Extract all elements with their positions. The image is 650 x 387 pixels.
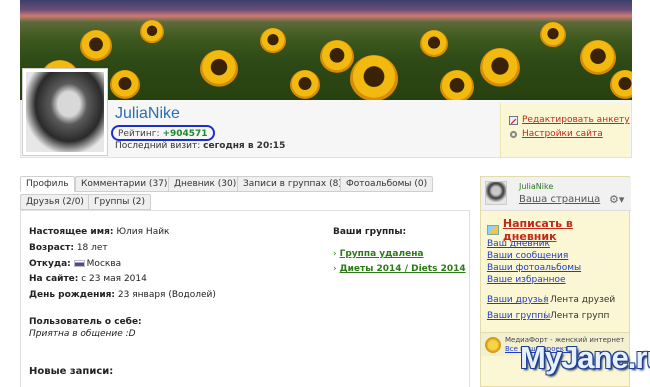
new-posts-heading: Новые записи: — [29, 366, 114, 377]
rating-badge: Рейтинг: +904571 — [111, 125, 215, 141]
russia-flag-icon — [73, 260, 85, 267]
real-name-value: Юлия Найк — [116, 227, 170, 237]
group-link-diets[interactable]: › Диеты 2014 / Diets 2014 — [333, 264, 466, 274]
from-label: Откуда: — [29, 259, 71, 269]
pencil-icon — [509, 115, 518, 125]
rating-label: Рейтинг: — [118, 129, 160, 139]
tab-photo-albums[interactable]: Фотоальбомы (0) — [340, 176, 434, 192]
on-site-value: с 23 мая 2014 — [81, 274, 147, 284]
birthday-value: 23 января (Водолей) — [117, 290, 216, 300]
arrow-right-icon: › — [333, 264, 337, 274]
group-link-deleted[interactable]: › Группа удалена — [333, 249, 424, 259]
watermark-text: MyJane.ru — [520, 340, 650, 375]
on-site-row: На сайте: с 23 мая 2014 — [29, 274, 147, 284]
about-label: Пользователь о себе: — [29, 317, 142, 327]
from-value: Москва — [86, 259, 122, 269]
sidebar-link-friends-feed[interactable]: Лента друзей — [550, 295, 615, 305]
birthday-row: День рождения: 23 января (Водолей) — [29, 290, 216, 300]
divider: | — [544, 295, 548, 305]
profile-content: Настоящее имя: Юлия Найк Возраст: 18 лет… — [20, 210, 470, 387]
tab-groups[interactable]: Группы (2) — [88, 194, 152, 210]
tab-diary[interactable]: Дневник (30) — [168, 176, 243, 192]
site-settings-link[interactable]: Настройки сайта — [509, 129, 630, 139]
rating-value: +904571 — [162, 129, 208, 139]
tab-friends[interactable]: Друзья (2/0) — [20, 194, 90, 210]
gear-icon[interactable]: ⚙▾ — [609, 193, 624, 206]
sidebar-link-friends[interactable]: Ваши друзья — [487, 295, 548, 305]
edit-profile-label: Редактировать анкету — [522, 115, 630, 125]
avatar-photo — [26, 72, 104, 152]
sidebar-link-groups[interactable]: Ваши группы — [487, 311, 550, 321]
last-visit: Последний визит: сегодня в 20:15 — [115, 141, 285, 151]
tab-group-posts[interactable]: Записи в группах (8) — [237, 176, 348, 192]
group-link-label: Диеты 2014 / Diets 2014 — [339, 264, 466, 274]
arrow-right-icon: › — [333, 249, 337, 259]
real-name-row: Настоящее имя: Юлия Найк — [29, 227, 170, 237]
sidebar-username: JuliaNike — [519, 182, 554, 191]
avatar[interactable] — [22, 68, 108, 156]
site-watermark: MyJane.ru — [520, 340, 650, 386]
sidebar-link-messages[interactable]: Ваши сообщения — [487, 251, 568, 261]
your-page-link[interactable]: Ваша страница — [519, 194, 600, 205]
sidebar-user-card: JuliaNike Ваша страница ⚙▾ — [481, 177, 631, 211]
birthday-label: День рождения: — [29, 290, 116, 300]
site-settings-label: Настройки сайта — [522, 129, 603, 139]
real-name-label: Настоящее имя: — [29, 227, 114, 237]
last-visit-value: сегодня в 20:15 — [203, 141, 286, 151]
group-link-label: Группа удалена — [339, 249, 424, 259]
profile-banner — [20, 0, 632, 100]
sidebar-link-favorites[interactable]: Ваше избранное — [487, 275, 566, 285]
gear-icon — [509, 130, 518, 138]
sidebar-avatar[interactable] — [485, 181, 507, 205]
about-text: Приятна в общение :D — [29, 329, 136, 339]
on-site-label: На сайте: — [29, 274, 79, 284]
from-row: Откуда: Москва — [29, 259, 121, 269]
profile-actions: Редактировать анкету Настройки сайта — [500, 103, 630, 157]
mediafort-logo-icon — [485, 337, 501, 353]
sidebar-link-albums[interactable]: Ваши фотоальбомы — [487, 263, 581, 273]
edit-profile-link[interactable]: Редактировать анкету — [509, 115, 630, 125]
notepad-icon — [487, 225, 499, 235]
divider: | — [544, 311, 548, 321]
tab-comments[interactable]: Комментарии (37) — [75, 176, 174, 192]
age-value: 18 лет — [76, 243, 108, 253]
profile-username: JuliaNike — [115, 105, 180, 122]
sidebar-link-diary[interactable]: Ваш дневник — [487, 239, 550, 249]
tab-profile[interactable]: Профиль — [20, 176, 75, 192]
sidebar-link-groups-feed[interactable]: Лента групп — [550, 311, 609, 321]
groups-title: Ваши группы: — [333, 227, 407, 237]
age-row: Возраст: 18 лет — [29, 243, 108, 253]
last-visit-label: Последний визит: — [115, 141, 201, 151]
age-label: Возраст: — [29, 243, 74, 253]
